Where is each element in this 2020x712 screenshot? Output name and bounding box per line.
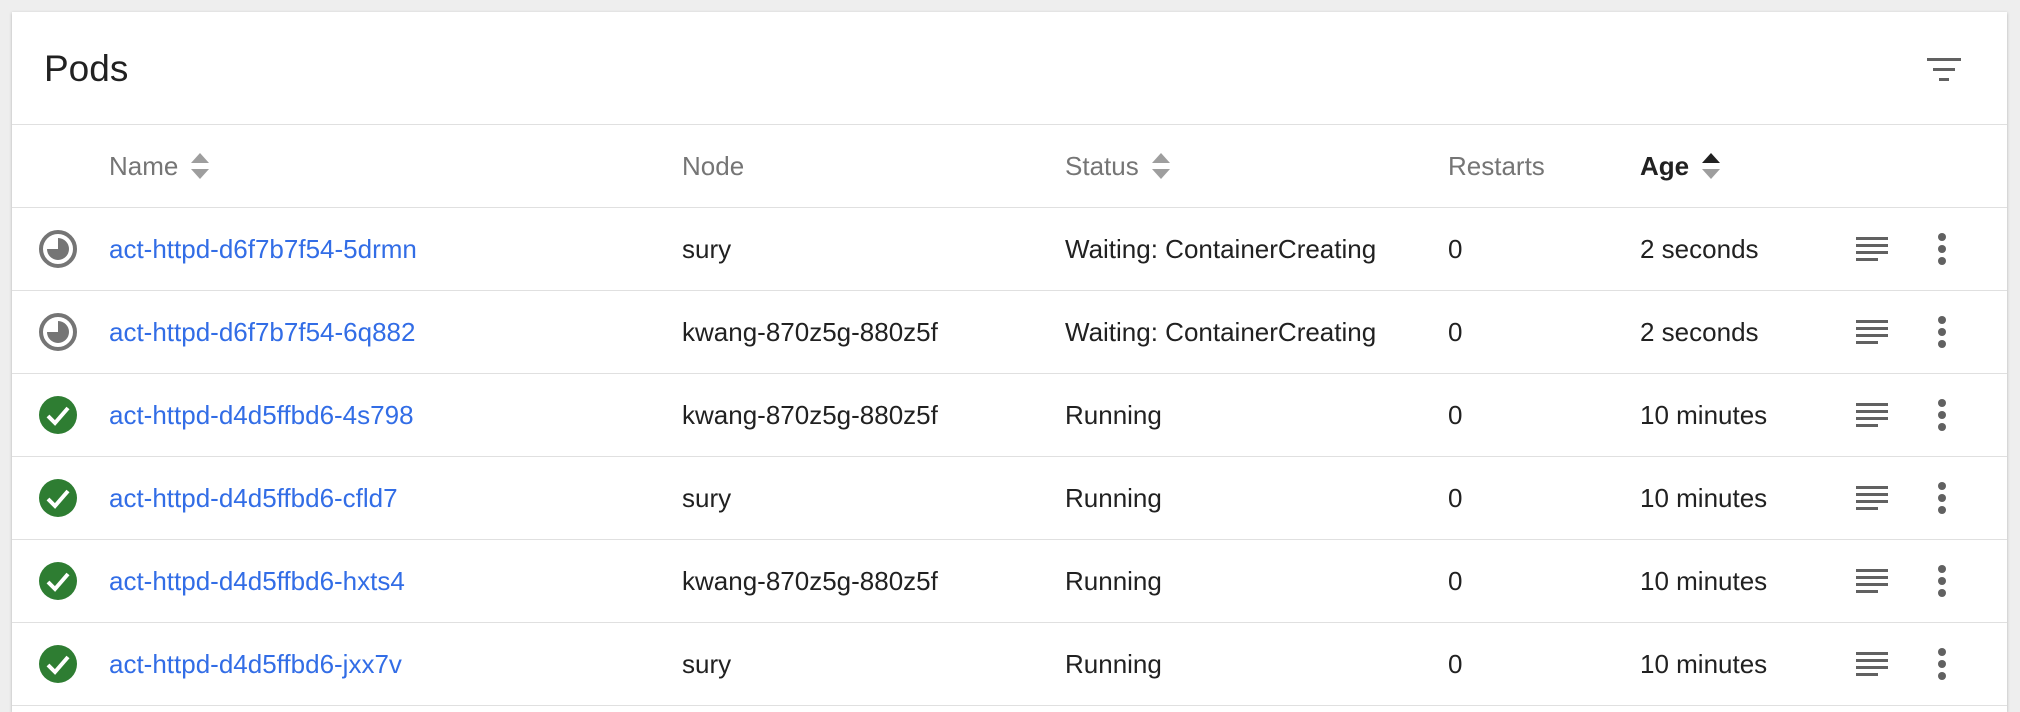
pod-restarts: 0 — [1448, 565, 1463, 596]
column-header-status[interactable]: Status — [1065, 125, 1171, 207]
pod-restarts: 0 — [1448, 399, 1463, 430]
pod-status: Running — [1065, 399, 1162, 430]
more-vert-icon[interactable] — [1932, 374, 1952, 456]
pod-restarts: 0 — [1448, 316, 1463, 347]
table-row: act-httpd-d4d5ffbd6-hxts4 kwang-870z5g-8… — [12, 540, 2007, 623]
column-label: Name — [109, 150, 179, 181]
pod-node: sury — [682, 648, 732, 679]
more-vert-icon[interactable] — [1932, 540, 1952, 622]
pod-node: sury — [682, 482, 732, 513]
check-circle-icon — [38, 457, 80, 539]
sort-icon — [190, 151, 210, 181]
logs-icon[interactable] — [1852, 208, 1892, 290]
pod-status: Waiting: ContainerCreating — [1065, 233, 1377, 264]
pod-restarts: 0 — [1448, 482, 1463, 513]
card-header: Pods — [12, 12, 2007, 125]
pending-clock-icon — [38, 208, 80, 290]
more-vert-icon[interactable] — [1932, 623, 1952, 705]
pod-age: 2 seconds — [1640, 316, 1759, 347]
sort-ascending-icon — [1701, 151, 1721, 181]
check-circle-icon — [38, 374, 80, 456]
pod-restarts: 0 — [1448, 648, 1463, 679]
column-label: Restarts — [1448, 150, 1545, 181]
pod-name-link[interactable]: act-httpd-d6f7b7f54-5drmn — [109, 234, 417, 265]
logs-icon[interactable] — [1852, 457, 1892, 539]
check-circle-icon — [38, 623, 80, 705]
pod-status: Waiting: ContainerCreating — [1065, 316, 1377, 347]
pod-name-link[interactable]: act-httpd-d4d5ffbd6-hxts4 — [109, 566, 405, 597]
logs-icon[interactable] — [1852, 540, 1892, 622]
column-label: Node — [682, 150, 745, 181]
table-row: act-httpd-d6f7b7f54-6q882 kwang-870z5g-8… — [12, 291, 2007, 374]
pod-age: 10 minutes — [1640, 648, 1768, 679]
more-vert-icon[interactable] — [1932, 208, 1952, 290]
column-label: Status — [1065, 150, 1139, 181]
card-title: Pods — [44, 48, 129, 89]
column-header-name[interactable]: Name — [109, 125, 210, 207]
pod-status: Running — [1065, 565, 1162, 596]
logs-icon[interactable] — [1852, 374, 1892, 456]
column-header-node: Node — [682, 125, 744, 207]
pod-node: kwang-870z5g-880z5f — [682, 399, 938, 430]
more-vert-icon[interactable] — [1932, 457, 1952, 539]
table-row: act-httpd-d4d5ffbd6-4s798 kwang-870z5g-8… — [12, 374, 2007, 457]
pod-status: Running — [1065, 648, 1162, 679]
pod-restarts: 0 — [1448, 233, 1463, 264]
column-header-restarts: Restarts — [1448, 125, 1545, 207]
table-row: act-httpd-d4d5ffbd6-jxx7v sury Running 0… — [12, 623, 2007, 706]
pod-age: 2 seconds — [1640, 233, 1759, 264]
table-row: act-httpd-d4d5ffbd6-cfld7 sury Running 0… — [12, 457, 2007, 540]
filter-icon[interactable] — [1921, 52, 1967, 88]
pod-status: Running — [1065, 482, 1162, 513]
pod-node: kwang-870z5g-880z5f — [682, 316, 938, 347]
pod-name-link[interactable]: act-httpd-d4d5ffbd6-jxx7v — [109, 649, 402, 680]
pod-name-link[interactable]: act-httpd-d4d5ffbd6-4s798 — [109, 400, 414, 431]
pods-card: Pods Name Node Status Restarts Age act-h… — [12, 12, 2007, 712]
pending-clock-icon — [38, 291, 80, 373]
pod-age: 10 minutes — [1640, 565, 1768, 596]
column-label: Age — [1640, 150, 1690, 181]
pod-age: 10 minutes — [1640, 399, 1768, 430]
pod-node: sury — [682, 233, 732, 264]
pod-name-link[interactable]: act-httpd-d6f7b7f54-6q882 — [109, 317, 415, 348]
pod-name-link[interactable]: act-httpd-d4d5ffbd6-cfld7 — [109, 483, 398, 514]
logs-icon[interactable] — [1852, 623, 1892, 705]
table-row: act-httpd-d6f7b7f54-5drmn sury Waiting: … — [12, 208, 2007, 291]
pod-age: 10 minutes — [1640, 482, 1768, 513]
pod-node: kwang-870z5g-880z5f — [682, 565, 938, 596]
logs-icon[interactable] — [1852, 291, 1892, 373]
check-circle-icon — [38, 540, 80, 622]
sort-icon — [1151, 151, 1171, 181]
pods-table: Name Node Status Restarts Age act-httpd-… — [12, 125, 2007, 706]
table-body: act-httpd-d6f7b7f54-5drmn sury Waiting: … — [12, 208, 2007, 706]
table-header: Name Node Status Restarts Age — [12, 125, 2007, 208]
column-header-age[interactable]: Age — [1640, 125, 1721, 207]
more-vert-icon[interactable] — [1932, 291, 1952, 373]
